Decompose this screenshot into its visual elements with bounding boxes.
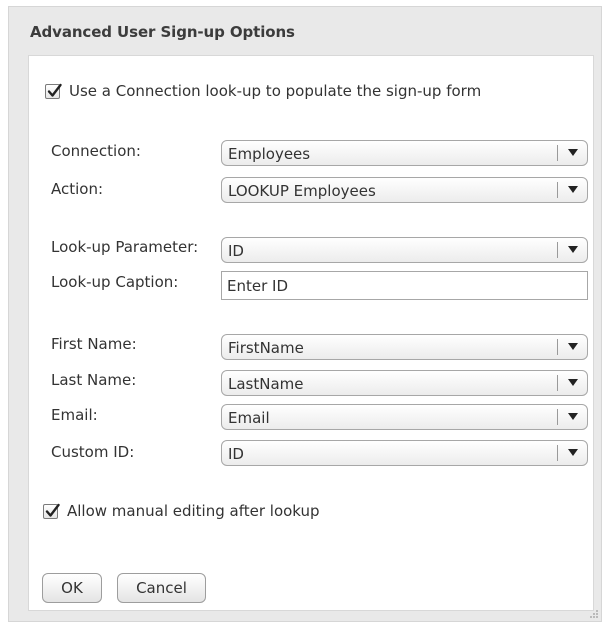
- first-name-label: First Name:: [51, 335, 137, 353]
- email-value: Email: [228, 409, 270, 427]
- lookup-caption-value: Enter ID: [227, 277, 289, 295]
- dropdown-separator: [557, 445, 558, 461]
- dropdown-separator: [557, 242, 558, 258]
- use-lookup-label: Use a Connection look-up to populate the…: [69, 82, 482, 100]
- custom-id-label: Custom ID:: [51, 443, 135, 461]
- last-name-select[interactable]: LastName: [221, 370, 588, 396]
- checkmark-icon: [45, 503, 60, 517]
- dropdown-separator: [557, 145, 558, 161]
- action-select[interactable]: LOOKUP Employees: [221, 177, 588, 203]
- last-name-value: LastName: [228, 375, 304, 393]
- dropdown-separator: [557, 375, 558, 391]
- dropdown-separator: [557, 409, 558, 425]
- triangle-down-icon[interactable]: [568, 449, 578, 456]
- first-name-value: FirstName: [228, 339, 304, 357]
- triangle-down-icon[interactable]: [568, 413, 578, 420]
- connection-select[interactable]: Employees: [221, 140, 588, 166]
- allow-manual-edit-checkbox[interactable]: [43, 503, 60, 519]
- lookup-parameter-label: Look-up Parameter:: [51, 238, 199, 256]
- dialog-title: Advanced User Sign-up Options: [30, 23, 295, 41]
- lookup-parameter-value: ID: [228, 242, 244, 260]
- checkmark-icon: [47, 83, 62, 97]
- triangle-down-icon[interactable]: [568, 343, 578, 350]
- dropdown-separator: [557, 339, 558, 355]
- advanced-signup-dialog: Advanced User Sign-up Options Use a Conn…: [8, 6, 602, 622]
- triangle-down-icon[interactable]: [568, 379, 578, 386]
- dropdown-separator: [557, 182, 558, 198]
- triangle-down-icon[interactable]: [568, 149, 578, 156]
- allow-manual-edit-label: Allow manual editing after lookup: [67, 502, 320, 520]
- connection-value: Employees: [228, 145, 311, 163]
- resize-grip-icon[interactable]: [589, 609, 599, 619]
- lookup-caption-label: Look-up Caption:: [51, 273, 179, 291]
- action-label: Action:: [51, 180, 104, 198]
- triangle-down-icon[interactable]: [568, 246, 578, 253]
- connection-label: Connection:: [51, 142, 141, 160]
- custom-id-select[interactable]: ID: [221, 440, 588, 466]
- ok-button[interactable]: OK: [42, 573, 102, 603]
- use-lookup-option[interactable]: Use a Connection look-up to populate the…: [45, 82, 481, 100]
- cancel-button[interactable]: Cancel: [117, 573, 206, 603]
- allow-manual-edit-option[interactable]: Allow manual editing after lookup: [43, 502, 320, 520]
- action-value: LOOKUP Employees: [228, 182, 376, 200]
- email-select[interactable]: Email: [221, 404, 588, 430]
- options-panel: Use a Connection look-up to populate the…: [28, 55, 594, 611]
- email-label: Email:: [51, 406, 98, 424]
- triangle-down-icon[interactable]: [568, 186, 578, 193]
- last-name-label: Last Name:: [51, 371, 137, 389]
- use-lookup-checkbox[interactable]: [45, 83, 62, 99]
- first-name-select[interactable]: FirstName: [221, 334, 588, 360]
- custom-id-value: ID: [228, 445, 244, 463]
- lookup-parameter-select[interactable]: ID: [221, 237, 588, 263]
- lookup-caption-input[interactable]: Enter ID: [221, 271, 588, 300]
